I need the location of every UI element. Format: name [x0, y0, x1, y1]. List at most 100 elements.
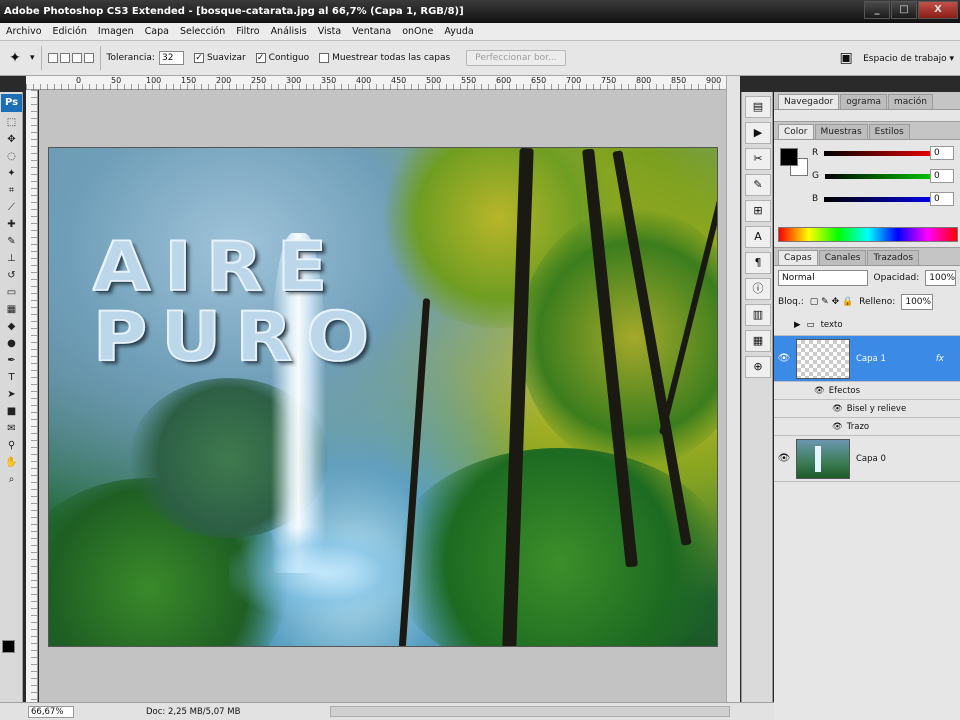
gradient-tool-icon[interactable]: ▦	[1, 301, 22, 318]
effect-bevel[interactable]: 👁 Bisel y relieve	[774, 400, 960, 418]
opacity-input[interactable]: 100%	[925, 270, 956, 286]
slider-r[interactable]: R 0	[812, 146, 954, 160]
pen-tool-icon[interactable]: ✒	[1, 352, 22, 369]
healing-tool-icon[interactable]: ✚	[1, 216, 22, 233]
contiguo-checkbox[interactable]: ✓ Contiguo	[255, 53, 309, 63]
intersect-selection-icon[interactable]	[83, 53, 94, 63]
layer-capa-1[interactable]: 👁 Capa 1 fx	[774, 336, 960, 382]
refine-edge-button[interactable]: Perfeccionar bor...	[466, 50, 566, 66]
crop-tool-icon[interactable]: ⌗	[1, 182, 22, 199]
layer-effects[interactable]: 👁 Efectos	[774, 382, 960, 400]
paragraph-panel-icon[interactable]: ¶	[745, 252, 771, 274]
tool-presets-icon[interactable]: ✂	[745, 148, 771, 170]
fill-input[interactable]: 100%	[901, 294, 934, 310]
measurement-log-icon[interactable]: ▦	[745, 330, 771, 352]
g-slider-track[interactable]	[824, 173, 945, 179]
stamp-tool-icon[interactable]: ⊥	[1, 250, 22, 267]
aire-puro-text[interactable]: AIRE PURO	[92, 231, 383, 373]
history-panel-icon[interactable]: ▤	[745, 96, 771, 118]
history-brush-icon[interactable]: ↺	[1, 267, 22, 284]
eye-icon[interactable]: 👁	[774, 453, 794, 464]
suavizar-checkbox[interactable]: ✓ Suavizar	[193, 53, 246, 63]
blend-mode-select[interactable]: Normal	[778, 270, 868, 286]
menu-vista[interactable]: Vista	[318, 26, 341, 37]
tool-preset-chevron-icon[interactable]: ▾	[30, 53, 35, 63]
tab-informacion[interactable]: mación	[887, 94, 933, 109]
tab-capas[interactable]: Capas	[778, 250, 818, 265]
tab-trazados[interactable]: Trazados	[867, 250, 920, 265]
menu-edicion[interactable]: Edición	[53, 26, 87, 37]
menu-analisis[interactable]: Análisis	[271, 26, 307, 37]
brush-tool-icon[interactable]: ✎	[1, 233, 22, 250]
actions-panel-icon[interactable]: ▶	[745, 122, 771, 144]
slider-g[interactable]: G 0	[812, 169, 954, 183]
r-slider-track[interactable]	[824, 150, 945, 156]
layer-capa-0[interactable]: 👁 Capa 0	[774, 436, 960, 482]
magic-wand-icon[interactable]: ✦	[0, 43, 30, 73]
hand-tool-icon[interactable]: ✋	[1, 454, 22, 471]
eraser-tool-icon[interactable]: ▭	[1, 284, 22, 301]
add-selection-icon[interactable]	[59, 53, 70, 63]
b-slider-track[interactable]	[824, 196, 945, 202]
tab-navegador[interactable]: Navegador	[778, 94, 840, 109]
histogram-panel-icon[interactable]: ▥	[745, 304, 771, 326]
fx-icon[interactable]: fx	[936, 354, 944, 364]
tolerance-input[interactable]: 32	[158, 51, 184, 65]
vertical-scrollbar[interactable]	[726, 76, 740, 702]
zoom-tool-icon[interactable]: ⌕	[1, 471, 22, 488]
notes-tool-icon[interactable]: ✉	[1, 420, 22, 437]
slice-tool-icon[interactable]: ⟋	[1, 199, 22, 216]
lock-icons[interactable]: ▢ ✎ ✥ 🔒	[810, 297, 853, 307]
magic-wand-tool-icon[interactable]: ✦	[1, 165, 22, 182]
foreground-color-swatch[interactable]	[2, 640, 15, 653]
b-value[interactable]: 0	[930, 192, 954, 206]
type-tool-icon[interactable]: T	[1, 369, 22, 386]
marquee-tool-icon[interactable]: ⬚	[1, 114, 22, 131]
menu-ayuda[interactable]: Ayuda	[444, 26, 473, 37]
menu-onone[interactable]: onOne	[402, 26, 433, 37]
workspace-dropdown[interactable]: Espacio de trabajo ▾	[863, 54, 954, 64]
tab-estilos[interactable]: Estilos	[868, 124, 910, 139]
menu-capa[interactable]: Capa	[145, 26, 169, 37]
subtract-selection-icon[interactable]	[71, 53, 82, 63]
menu-seleccion[interactable]: Selección	[180, 26, 225, 37]
effect-stroke[interactable]: 👁 Trazo	[774, 418, 960, 436]
document-image[interactable]: AIRE PURO	[48, 147, 718, 647]
layer-group-texto[interactable]: ▶ ▭ texto	[774, 314, 960, 336]
maximize-button[interactable]: □	[891, 1, 917, 19]
zoom-field[interactable]: 66,67%	[28, 705, 74, 718]
tab-color[interactable]: Color	[778, 124, 814, 139]
brushes-panel-icon[interactable]: ✎	[745, 174, 771, 196]
tab-histograma[interactable]: ograma	[840, 94, 887, 109]
lasso-tool-icon[interactable]: ◌	[1, 148, 22, 165]
menu-imagen[interactable]: Imagen	[98, 26, 134, 37]
minimize-button[interactable]: _	[864, 1, 890, 19]
navigator-panel-icon[interactable]: ⊕	[745, 356, 771, 378]
eyedropper-tool-icon[interactable]: ⚲	[1, 437, 22, 454]
menu-archivo[interactable]: Archivo	[6, 26, 42, 37]
clone-source-icon[interactable]: ⊞	[745, 200, 771, 222]
document-info[interactable]: Doc: 2,25 MB/5,07 MB	[146, 707, 240, 717]
info-panel-icon[interactable]: ⓘ	[745, 278, 771, 300]
menu-filtro[interactable]: Filtro	[236, 26, 259, 37]
shape-tool-icon[interactable]: ■	[1, 403, 22, 420]
muestrear-checkbox[interactable]: Muestrear todas las capas	[319, 53, 450, 63]
g-value[interactable]: 0	[930, 169, 954, 183]
move-tool-icon[interactable]: ✥	[1, 131, 22, 148]
slider-b[interactable]: B 0	[812, 192, 954, 206]
close-button[interactable]: X	[918, 1, 958, 19]
tab-canales[interactable]: Canales	[818, 250, 867, 265]
new-selection-icon[interactable]	[47, 53, 58, 63]
character-panel-icon[interactable]: A	[745, 226, 771, 248]
foreground-swatch[interactable]	[780, 148, 798, 166]
eye-icon[interactable]: 👁	[774, 353, 794, 364]
eye-icon[interactable]: 👁	[832, 404, 843, 414]
menu-ventana[interactable]: Ventana	[352, 26, 391, 37]
dodge-tool-icon[interactable]: ●	[1, 335, 22, 352]
path-select-icon[interactable]: ➤	[1, 386, 22, 403]
eye-icon[interactable]: 👁	[832, 422, 843, 432]
horizontal-scrollbar[interactable]	[330, 706, 730, 717]
blur-tool-icon[interactable]: ◆	[1, 318, 22, 335]
eye-icon[interactable]: 👁	[814, 386, 825, 396]
r-value[interactable]: 0	[930, 146, 954, 160]
